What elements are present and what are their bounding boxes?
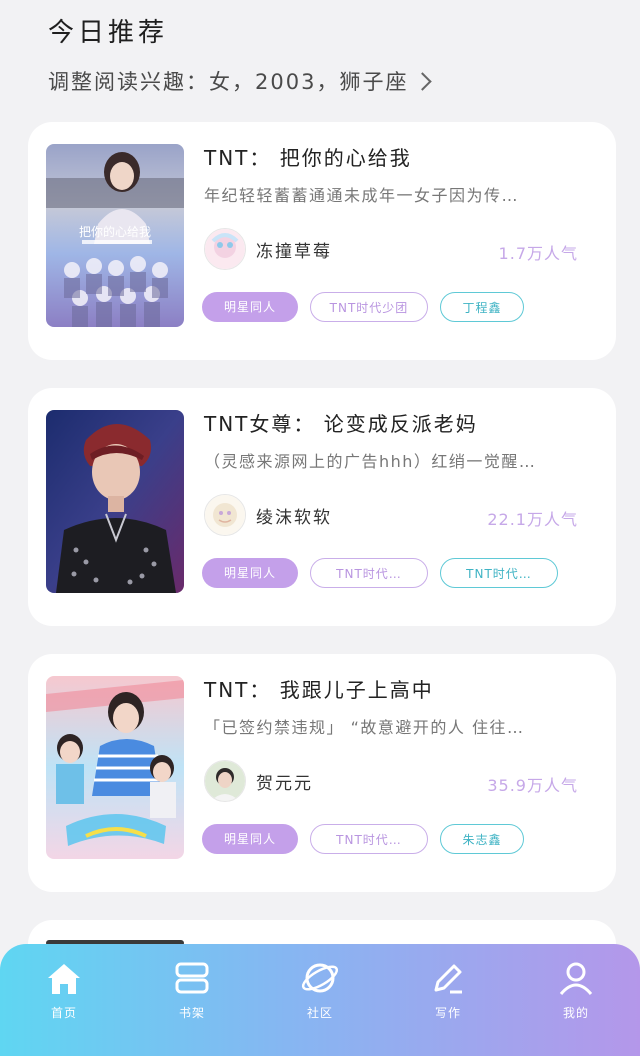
chevron-right-icon xyxy=(413,71,433,91)
page-title: 今日推荐 xyxy=(48,18,169,48)
author-name: 贺元元 xyxy=(256,773,313,794)
tag[interactable]: TNT时代… xyxy=(310,824,428,854)
tab-home[interactable]: 首页 xyxy=(14,958,114,1021)
book-cover xyxy=(46,410,184,593)
tab-label: 书架 xyxy=(178,1006,205,1020)
avatar xyxy=(204,494,246,536)
tab-label: 社区 xyxy=(306,1006,333,1020)
tab-profile[interactable]: 我的 xyxy=(526,958,626,1021)
adjust-interest-link[interactable]: 调整阅读兴趣：女，2003，狮子座 xyxy=(48,66,433,96)
tab-write[interactable]: 写作 xyxy=(398,958,498,1021)
cover-title-text: 把你的心给我 xyxy=(79,224,151,239)
book-card[interactable]: TNT女尊： 论变成反派老妈 （灵感来源网上的广告hhh）红绡一觉醒… 绫沫软软… xyxy=(28,388,616,626)
book-card[interactable]: 把你的心给我 TNT： 把你的心给我 年纪轻轻蓄蓄通通未成年一女子因为传… 冻撞… xyxy=(28,122,616,360)
bottom-tab-bar: 首页 书架 社区 写作 我的 xyxy=(0,944,640,1056)
tab-label: 我的 xyxy=(562,1006,589,1020)
interest-label: 调整阅读兴趣：女，2003，狮子座 xyxy=(48,70,409,94)
header: 今日推荐 调整阅读兴趣：女，2003，狮子座 xyxy=(48,16,433,96)
author-info[interactable]: 贺元元 xyxy=(204,760,313,802)
popularity-count: 35.9万人气 xyxy=(487,776,578,795)
book-title[interactable]: TNT女尊： 论变成反派老妈 xyxy=(204,408,478,437)
book-card[interactable]: TNT： 我跟儿子上高中 「已签约禁违规」 “故意避开的人 住往… 贺元元 35… xyxy=(28,654,616,892)
book-cover xyxy=(46,676,184,859)
avatar xyxy=(204,760,246,802)
book-description: （灵感来源网上的广告hhh）红绡一觉醒… xyxy=(204,452,537,471)
author-name: 冻撞草莓 xyxy=(256,241,332,262)
author-info[interactable]: 绫沫软软 xyxy=(204,494,332,536)
tab-bookshelf[interactable]: 书架 xyxy=(142,958,242,1021)
author-info[interactable]: 冻撞草莓 xyxy=(204,228,332,270)
tag[interactable]: 明星同人 xyxy=(202,292,298,322)
tag[interactable]: 明星同人 xyxy=(202,558,298,588)
tag[interactable]: TNT时代… xyxy=(440,558,558,588)
tag-list: 明星同人 TNT时代… TNT时代… xyxy=(202,558,558,588)
user-icon xyxy=(559,962,593,995)
home-icon xyxy=(48,964,80,994)
tag-list: 明星同人 TNT时代少团 丁程鑫 xyxy=(202,292,524,322)
tag-list: 明星同人 TNT时代… 朱志鑫 xyxy=(202,824,524,854)
book-cover: 把你的心给我 xyxy=(46,144,184,327)
tag[interactable]: 明星同人 xyxy=(202,824,298,854)
book-description: 年纪轻轻蓄蓄通通未成年一女子因为传… xyxy=(204,186,520,205)
book-title[interactable]: TNT： 我跟儿子上高中 xyxy=(204,674,434,703)
tag[interactable]: TNT时代… xyxy=(310,558,428,588)
pen-icon xyxy=(434,964,462,994)
tag[interactable]: 朱志鑫 xyxy=(440,824,524,854)
tab-label: 写作 xyxy=(434,1006,461,1020)
planet-icon xyxy=(301,963,339,993)
tab-community[interactable]: 社区 xyxy=(270,958,370,1021)
tag[interactable]: 丁程鑫 xyxy=(440,292,524,322)
popularity-count: 22.1万人气 xyxy=(487,510,578,529)
avatar xyxy=(204,228,246,270)
popularity-count: 1.7万人气 xyxy=(498,244,578,263)
book-title[interactable]: TNT： 把你的心给我 xyxy=(204,142,412,171)
bookshelf-icon xyxy=(175,962,209,994)
tag[interactable]: TNT时代少团 xyxy=(310,292,428,322)
author-name: 绫沫软软 xyxy=(256,507,332,528)
tab-label: 首页 xyxy=(50,1006,77,1020)
book-description: 「已签约禁违规」 “故意避开的人 住往… xyxy=(204,718,525,737)
